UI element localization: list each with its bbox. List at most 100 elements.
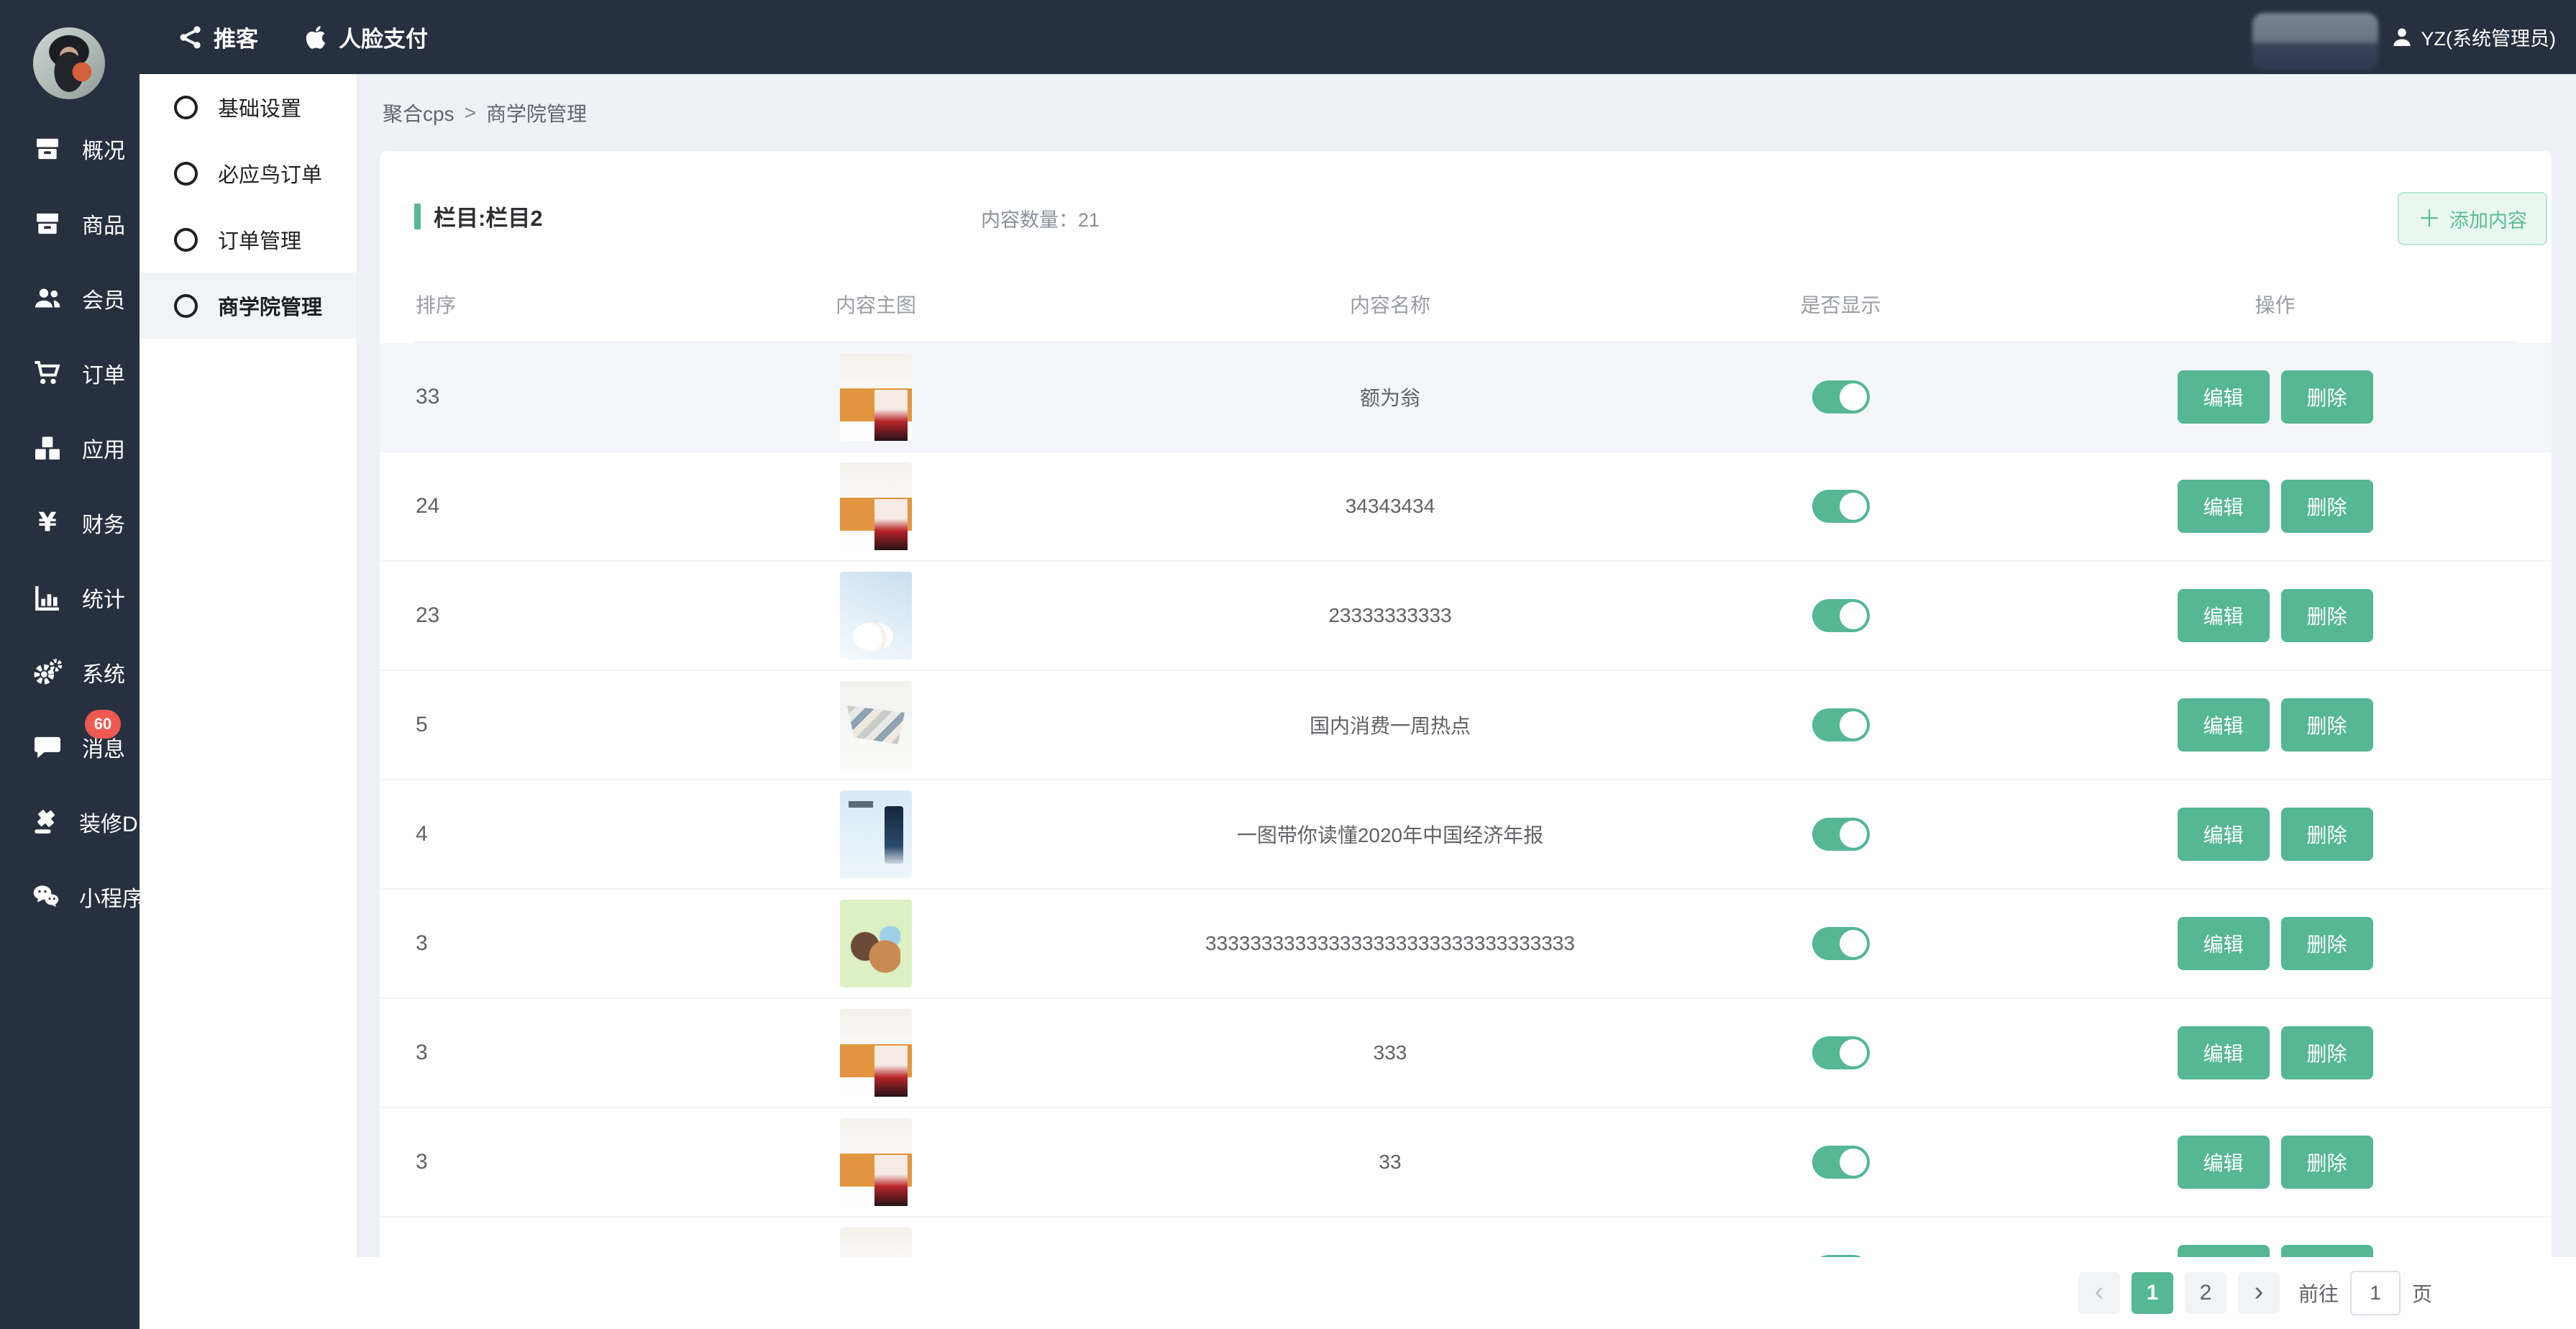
edit-button[interactable]: 编辑 <box>2178 480 2270 533</box>
miniprogram-wechat-icon <box>32 882 60 911</box>
pagination-goto: 前往 页 <box>2298 1271 2432 1315</box>
delete-button[interactable]: 删除 <box>2281 1136 2373 1189</box>
diy-gavel-icon <box>32 808 60 836</box>
delete-button[interactable]: 删除 <box>2281 480 2373 533</box>
news-poster-thumbnail <box>840 681 912 769</box>
page-button-2[interactable]: 2 <box>2185 1272 2226 1314</box>
toggle-knob <box>1840 383 1867 411</box>
edit-button[interactable]: 编辑 <box>2178 808 2270 861</box>
toggle-knob <box>1840 821 1867 848</box>
edit-button[interactable]: 编辑 <box>2178 698 2270 752</box>
stats-chart-icon <box>32 583 63 612</box>
sidebar-item-label: 小程序 <box>79 881 144 913</box>
sidebar-item-系统[interactable]: 系统 <box>0 635 140 710</box>
row-sort-value: 3 <box>414 1041 620 1065</box>
apps-cubes-icon <box>32 434 63 462</box>
visibility-toggle[interactable] <box>1812 599 1870 632</box>
submenu-item-必应鸟订单[interactable]: 必应鸟订单 <box>140 140 357 206</box>
topbar-right: YZ(系统管理员) <box>2390 0 2556 74</box>
delete-button[interactable]: 删除 <box>2281 917 2373 970</box>
submenu-item-label: 订单管理 <box>218 224 301 255</box>
topbar-item-label: 人脸支付 <box>339 21 428 53</box>
row-sort-value: 4 <box>414 822 620 846</box>
toggle-knob <box>1840 493 1867 520</box>
edit-button[interactable]: 编辑 <box>2178 1136 2270 1189</box>
content-count-label: 内容数量： <box>981 209 1078 231</box>
sidebar-item-label: 会员 <box>82 283 125 314</box>
topbar-item-人脸支付[interactable]: 人脸支付 <box>303 21 428 53</box>
sidebar-item-小程序[interactable]: 小程序 <box>0 859 140 934</box>
visibility-toggle[interactable] <box>1812 1146 1870 1179</box>
delete-button[interactable]: 删除 <box>2281 370 2373 424</box>
row-content-name: 333333333333333333333333333333333 <box>1132 932 1648 955</box>
submenu-item-基础设置[interactable]: 基础设置 <box>140 74 357 140</box>
breadcrumb: 聚合cps>商学院管理 <box>383 74 587 151</box>
submenu-item-订单管理[interactable]: 订单管理 <box>140 206 357 273</box>
sidebar-item-概况[interactable]: 概况 <box>0 111 140 186</box>
breadcrumb-separator: > <box>465 101 476 124</box>
column-header-内容名称: 内容名称 <box>1350 290 1430 319</box>
row-content-name: 国内消费一周热点 <box>1132 711 1648 739</box>
toggle-knob <box>1840 1148 1867 1176</box>
prev-page-button[interactable]: ‹ <box>2078 1272 2120 1314</box>
visibility-toggle[interactable] <box>1812 1036 1870 1069</box>
delete-button[interactable]: 删除 <box>2281 808 2373 861</box>
next-page-button[interactable]: › <box>2238 1272 2280 1314</box>
sidebar-item-应用[interactable]: 应用 <box>0 411 140 485</box>
row-sort-value: 3 <box>414 1150 620 1174</box>
sidebar-item-统计[interactable]: 统计 <box>0 560 140 635</box>
edit-button[interactable]: 编辑 <box>2178 370 2270 424</box>
visibility-toggle[interactable] <box>1812 708 1870 741</box>
visibility-toggle[interactable] <box>1812 490 1870 523</box>
sidebar-item-消息[interactable]: 消息60 <box>0 710 140 785</box>
breadcrumb-item[interactable]: 聚合cps <box>383 99 455 127</box>
sidebar-item-装修DIY[interactable]: 装修DIY <box>0 785 140 859</box>
sidebar-item-财务[interactable]: ¥财务 <box>0 485 140 560</box>
user-label: YZ(系统管理员) <box>2421 23 2556 51</box>
table-row: 5 国内消费一周热点 编辑 删除 <box>380 671 2552 780</box>
delete-button[interactable]: 删除 <box>2281 698 2373 752</box>
add-content-button[interactable]: ＋ 添加内容 <box>2398 192 2547 245</box>
delete-button[interactable]: 删除 <box>2281 589 2373 642</box>
sidebar-nav: 概况商品会员订单应用 ¥财务统计系统消息60装修DIY小程序 <box>0 111 140 934</box>
sidebar-item-label: 系统 <box>82 657 125 688</box>
sidebar-item-label: 应用 <box>82 432 125 464</box>
topbar-item-推客[interactable]: 推客 <box>178 21 258 53</box>
edit-button[interactable]: 编辑 <box>2178 1026 2270 1079</box>
pagination-footer: ‹ 12 › 前往 页 <box>357 1257 2576 1329</box>
topbar-item-label: 推客 <box>214 21 258 53</box>
orders-cart-icon <box>32 359 63 388</box>
avatar[interactable] <box>33 27 105 99</box>
visibility-toggle[interactable] <box>1812 927 1870 960</box>
goods-box-icon <box>32 209 63 238</box>
column-header-排序: 排序 <box>414 290 456 319</box>
edit-button[interactable]: 编辑 <box>2178 589 2270 642</box>
visibility-toggle[interactable] <box>1812 380 1870 414</box>
row-content-name: 一图带你读懂2020年中国经济年报 <box>1132 820 1648 849</box>
visibility-toggle[interactable] <box>1812 818 1870 851</box>
user-icon <box>2390 25 2414 50</box>
sidebar-item-订单[interactable]: 订单 <box>0 336 140 411</box>
circle-icon <box>174 228 198 252</box>
row-content-name: 额为翁 <box>1132 383 1648 411</box>
table-row: 24 34343434 编辑 删除 <box>380 452 2552 562</box>
row-sort-value: 23 <box>414 603 620 628</box>
sidebar-item-会员[interactable]: 会员 <box>0 261 140 336</box>
content-area: 聚合cps>商学院管理 栏目:栏目2 内容数量：21 ＋ 添加内容 排序内容主图… <box>357 74 2576 1329</box>
finance-yen-icon: ¥ <box>32 508 63 537</box>
table-row: 3 33 编辑 删除 <box>380 1108 2552 1218</box>
content-count: 内容数量：21 <box>981 204 1100 232</box>
admin-app: 推客 人脸支付 YZ(系统管理员) 概况商品会员订单应用 ¥财务统计系统消息60装修… <box>0 0 2576 1329</box>
panel-title-text: 栏目:栏目2 <box>434 200 543 232</box>
phone-poster-thumbnail <box>840 790 912 878</box>
sidebar-item-商品[interactable]: 商品 <box>0 186 140 261</box>
delete-button[interactable]: 删除 <box>2281 1026 2373 1079</box>
share-icon <box>178 24 204 50</box>
edit-button[interactable]: 编辑 <box>2178 917 2270 970</box>
content-count-value: 21 <box>1078 209 1100 231</box>
column-header-操作: 操作 <box>2255 290 2295 319</box>
user-menu[interactable]: YZ(系统管理员) <box>2390 23 2556 51</box>
submenu-item-商学院管理[interactable]: 商学院管理 <box>140 273 357 339</box>
page-button-1[interactable]: 1 <box>2132 1272 2173 1314</box>
goto-page-input[interactable] <box>2350 1271 2401 1315</box>
